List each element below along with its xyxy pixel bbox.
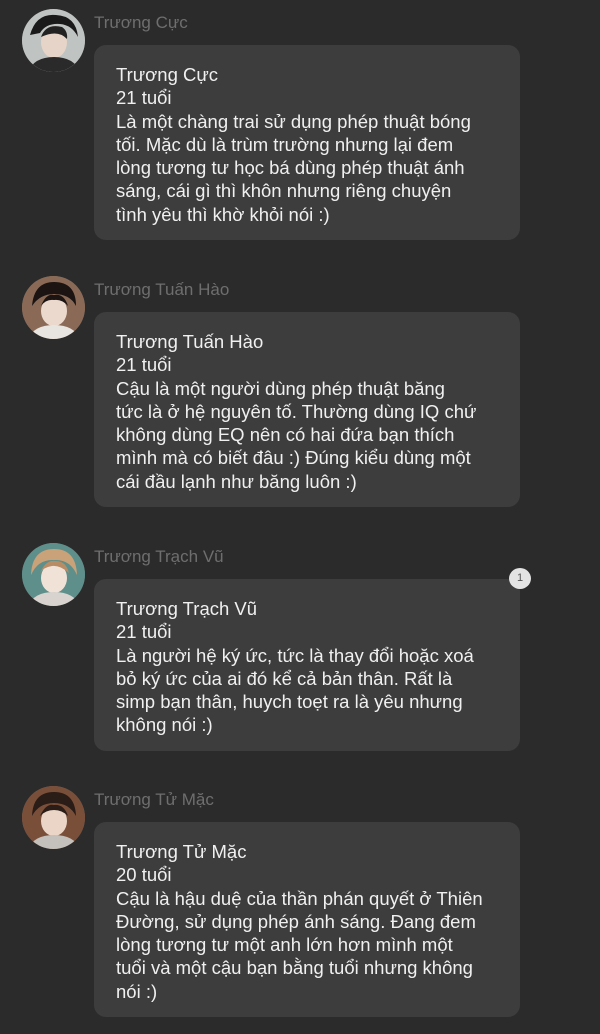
reaction-count-badge[interactable]: 1 <box>509 568 531 589</box>
avatar[interactable] <box>22 543 85 606</box>
description-line: Là một chàng trai sử dụng phép thuật bón… <box>116 110 471 132</box>
avatar[interactable] <box>22 9 85 72</box>
avatar[interactable] <box>22 276 85 339</box>
description-line: tức là ở hệ nguyên tố. Thường dùng IQ ch… <box>116 400 477 422</box>
character-name: Trương Trạch Vũ <box>116 598 258 619</box>
character-name: Trương Tử Mặc <box>116 841 247 862</box>
message-bubble[interactable]: Trương Trạch Vũ 21 tuổi Là người hệ ký ứ… <box>94 579 520 751</box>
avatar-image <box>22 9 85 72</box>
avatar[interactable] <box>22 786 85 849</box>
description-line: lòng tương tư học bá dùng phép thuật ánh <box>116 157 465 179</box>
description-line: tình yêu thì khờ khỏi nói :) <box>116 203 330 225</box>
description-line: tối. Mặc dù là trùm trường nhưng lại đem <box>116 133 454 155</box>
sender-name: Trương Tử Mặc <box>94 790 214 809</box>
message-bubble[interactable]: Trương Tử Mặc 20 tuổi Cậu là hậu duệ của… <box>94 822 520 1018</box>
character-name: Trương Tuấn Hào <box>116 331 264 352</box>
description-line: Cậu là một người dùng phép thuật băng <box>116 377 445 399</box>
avatar-image <box>22 543 85 606</box>
character-age: 21 tuổi <box>116 87 172 109</box>
avatar-image <box>22 276 85 339</box>
description-line: Là người hệ ký ức, tức là thay đổi hoặc … <box>116 644 474 666</box>
description-line: tuổi và một cậu bạn bằng tuổi nhưng khôn… <box>116 957 473 979</box>
character-age: 21 tuổi <box>116 621 172 643</box>
character-name: Trương Cực <box>116 64 219 85</box>
sender-name: Trương Trạch Vũ <box>94 547 224 566</box>
character-age: 21 tuổi <box>116 354 172 376</box>
description-line: simp bạn thân, huych toẹt ra là yêu nhưn… <box>116 691 463 713</box>
description-line: mình mà có biết đâu :) Đúng kiểu dùng mộ… <box>116 447 471 469</box>
description-line: cái đầu lạnh như băng luôn :) <box>116 470 357 492</box>
message-bubble[interactable]: Trương Tuấn Hào 21 tuổi Cậu là một người… <box>94 312 520 508</box>
sender-name: Trương Cực <box>94 13 188 32</box>
avatar-image <box>22 786 85 849</box>
description-line: Cậu là hậu duệ của thần phán quyết ở Thi… <box>116 887 483 909</box>
description-line: bỏ ký ức của ai đó kể cả bản thân. Rất l… <box>116 667 453 689</box>
description-line: lòng tương tư một anh lớn hơn mình một <box>116 934 453 956</box>
sender-name: Trương Tuấn Hào <box>94 280 230 299</box>
character-age: 20 tuổi <box>116 864 172 886</box>
description-line: sáng, cái gì thì khôn nhưng riêng chuyện <box>116 180 452 202</box>
description-line: Đường, sử dụng phép ánh sáng. Đang đem <box>116 910 476 932</box>
message-bubble[interactable]: Trương Cực 21 tuổi Là một chàng trai sử … <box>94 45 520 241</box>
description-line: nói :) <box>116 980 158 1002</box>
description-line: không dùng EQ nên có hai đứa bạn thích <box>116 424 455 446</box>
description-line: không nói :) <box>116 714 213 736</box>
